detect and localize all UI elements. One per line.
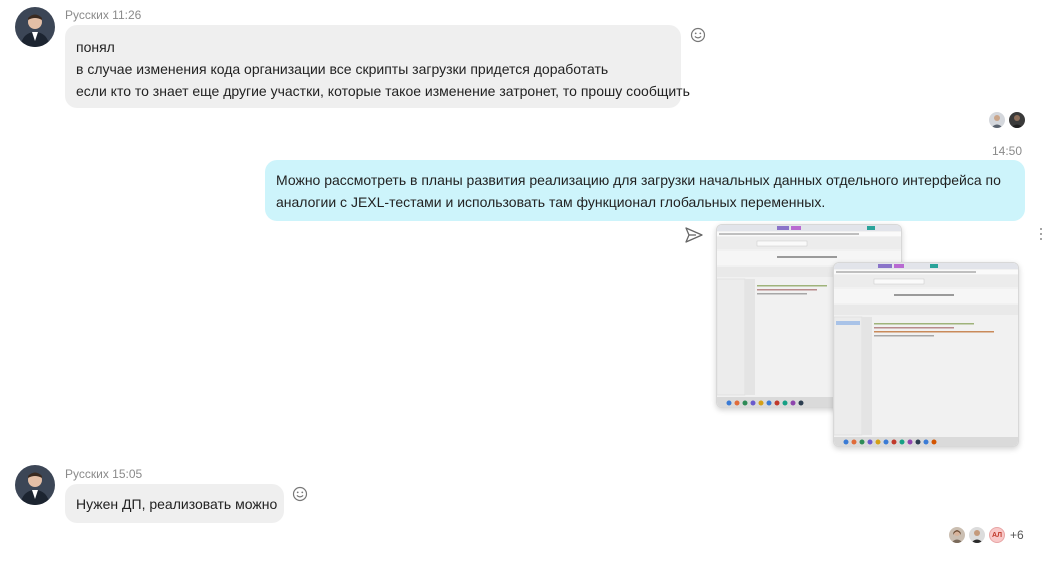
message-time: 15:05: [112, 467, 143, 481]
attachment-image[interactable]: [833, 262, 1019, 447]
initials-text: АЛ: [991, 531, 1003, 539]
avatar[interactable]: [15, 465, 55, 505]
message-meta: Русских 11:26: [65, 8, 141, 22]
send-icon[interactable]: [684, 226, 704, 244]
smiley-icon[interactable]: [291, 485, 309, 503]
seen-avatar-initials[interactable]: АЛ: [989, 527, 1005, 543]
message-time: 11:26: [112, 8, 142, 22]
message-line: если кто то знает еще другие участки, ко…: [76, 83, 690, 99]
message-bubble: понял в случае изменения кода организаци…: [65, 25, 690, 108]
message-meta: Русских 15:05: [65, 467, 142, 481]
message-line: понял: [76, 39, 115, 55]
message-time: 14:50: [992, 144, 1023, 158]
message-line: в случае изменения кода организации все …: [76, 61, 609, 77]
smiley-icon[interactable]: [689, 26, 707, 44]
seen-avatar[interactable]: [989, 112, 1005, 128]
message-bubble: Нужен ДП, реализовать можно: [65, 484, 284, 523]
seen-avatar[interactable]: [1009, 112, 1025, 128]
avatar[interactable]: [15, 7, 55, 47]
message-line: Можно рассмотреть в планы развития реали…: [276, 172, 1001, 188]
seen-avatar[interactable]: [969, 527, 985, 543]
message-line: Нужен ДП, реализовать можно: [76, 496, 278, 512]
seen-avatar[interactable]: [949, 527, 965, 543]
message-line: аналогии с JEXL-тестами и использовать т…: [276, 194, 826, 210]
message-bubble: Можно рассмотреть в планы развития реали…: [265, 160, 1025, 221]
seen-more-count[interactable]: +6: [1010, 528, 1024, 542]
author-name: Русских: [65, 8, 109, 22]
author-name: Русских: [65, 467, 109, 481]
kebab-icon[interactable]: [1039, 227, 1043, 241]
